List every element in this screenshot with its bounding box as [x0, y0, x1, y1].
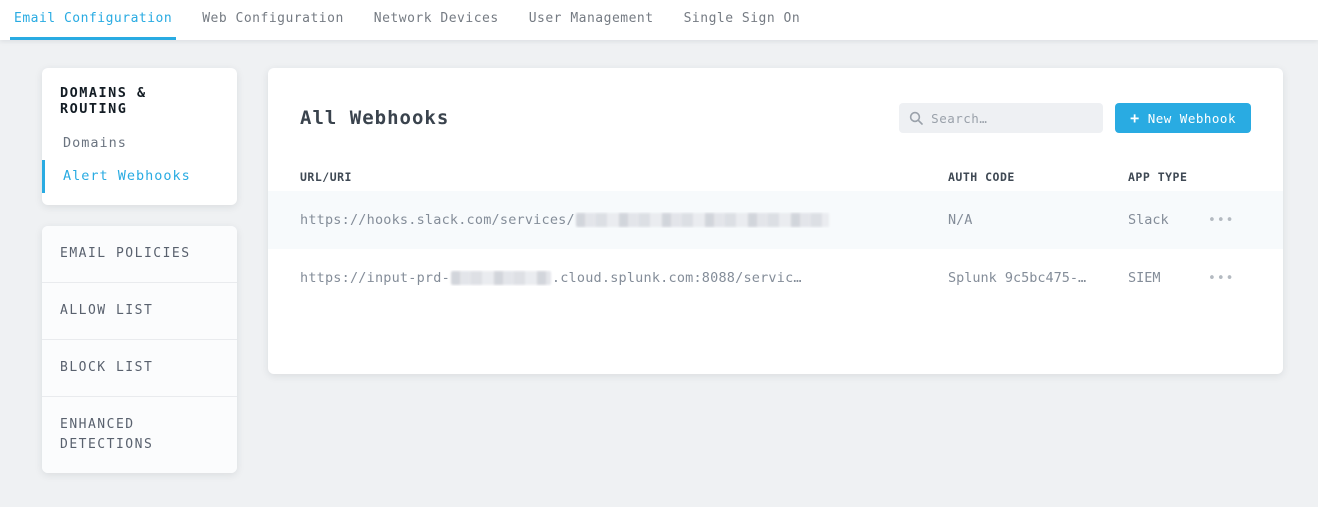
- search-input[interactable]: [931, 111, 1093, 126]
- tab-email-configuration[interactable]: Email Configuration: [10, 3, 176, 40]
- webhook-url: https://input-prd- .cloud.splunk.com:8088…: [300, 270, 948, 286]
- search-box[interactable]: [899, 103, 1103, 133]
- page-title: All Webhooks: [300, 107, 449, 129]
- header-controls: + New Webhook: [899, 103, 1251, 133]
- row-menu-button[interactable]: •••: [1208, 213, 1251, 228]
- table-header-row: URL/URI AUTH CODE APP TYPE: [268, 163, 1283, 191]
- sidebar-item-alert-webhooks[interactable]: Alert Webhooks: [42, 160, 237, 193]
- row-menu-button[interactable]: •••: [1208, 271, 1251, 286]
- sidebar-sections-card: EMAIL POLICIES ALLOW LIST BLOCK LIST ENH…: [42, 226, 237, 473]
- url-text: https://hooks.slack.com/services/: [300, 212, 575, 228]
- column-header-url: URL/URI: [300, 170, 948, 184]
- sidebar-domains-routing-card: DOMAINS & ROUTING Domains Alert Webhooks: [42, 68, 237, 205]
- tab-web-configuration[interactable]: Web Configuration: [198, 3, 348, 40]
- search-icon: [909, 111, 923, 125]
- sidebar-item-domains[interactable]: Domains: [42, 127, 237, 160]
- column-header-auth-code: AUTH CODE: [948, 170, 1128, 184]
- sidebar-item-allow-list[interactable]: ALLOW LIST: [42, 283, 237, 340]
- redacted-url-segment: [576, 213, 829, 227]
- app-type: Slack: [1128, 212, 1208, 228]
- redacted-url-segment: [451, 271, 551, 285]
- url-text-suffix: .cloud.splunk.com:8088/servic…: [552, 270, 802, 286]
- url-text: https://input-prd-: [300, 270, 450, 286]
- table-row-splunk[interactable]: https://input-prd- .cloud.splunk.com:8088…: [268, 249, 1283, 307]
- tab-user-management[interactable]: User Management: [525, 3, 658, 40]
- panel-header: All Webhooks + New Webhook: [268, 68, 1283, 134]
- sidebar-group-title: DOMAINS & ROUTING: [60, 85, 219, 117]
- auth-code: Splunk 9c5bc475-…: [948, 270, 1128, 286]
- tab-network-devices[interactable]: Network Devices: [370, 3, 503, 40]
- sidebar-item-enhanced-detections[interactable]: ENHANCED DETECTIONS: [42, 397, 237, 473]
- app-type: SIEM: [1128, 270, 1208, 286]
- webhooks-table: URL/URI AUTH CODE APP TYPE https://hooks…: [268, 163, 1283, 307]
- top-navigation: Email Configuration Web Configuration Ne…: [0, 0, 1318, 40]
- plus-icon: +: [1130, 111, 1140, 126]
- all-webhooks-panel: All Webhooks + New Webhook URL/URI AUTH …: [268, 68, 1283, 374]
- auth-code: N/A: [948, 212, 1128, 228]
- column-header-app-type: APP TYPE: [1128, 170, 1208, 184]
- sidebar-item-block-list[interactable]: BLOCK LIST: [42, 340, 237, 397]
- tab-single-sign-on[interactable]: Single Sign On: [680, 3, 805, 40]
- webhook-url: https://hooks.slack.com/services/: [300, 212, 948, 228]
- new-webhook-label: New Webhook: [1148, 111, 1236, 126]
- table-row-slack[interactable]: https://hooks.slack.com/services/ N/A Sl…: [268, 191, 1283, 249]
- new-webhook-button[interactable]: + New Webhook: [1115, 103, 1251, 133]
- sidebar-item-email-policies[interactable]: EMAIL POLICIES: [42, 226, 237, 283]
